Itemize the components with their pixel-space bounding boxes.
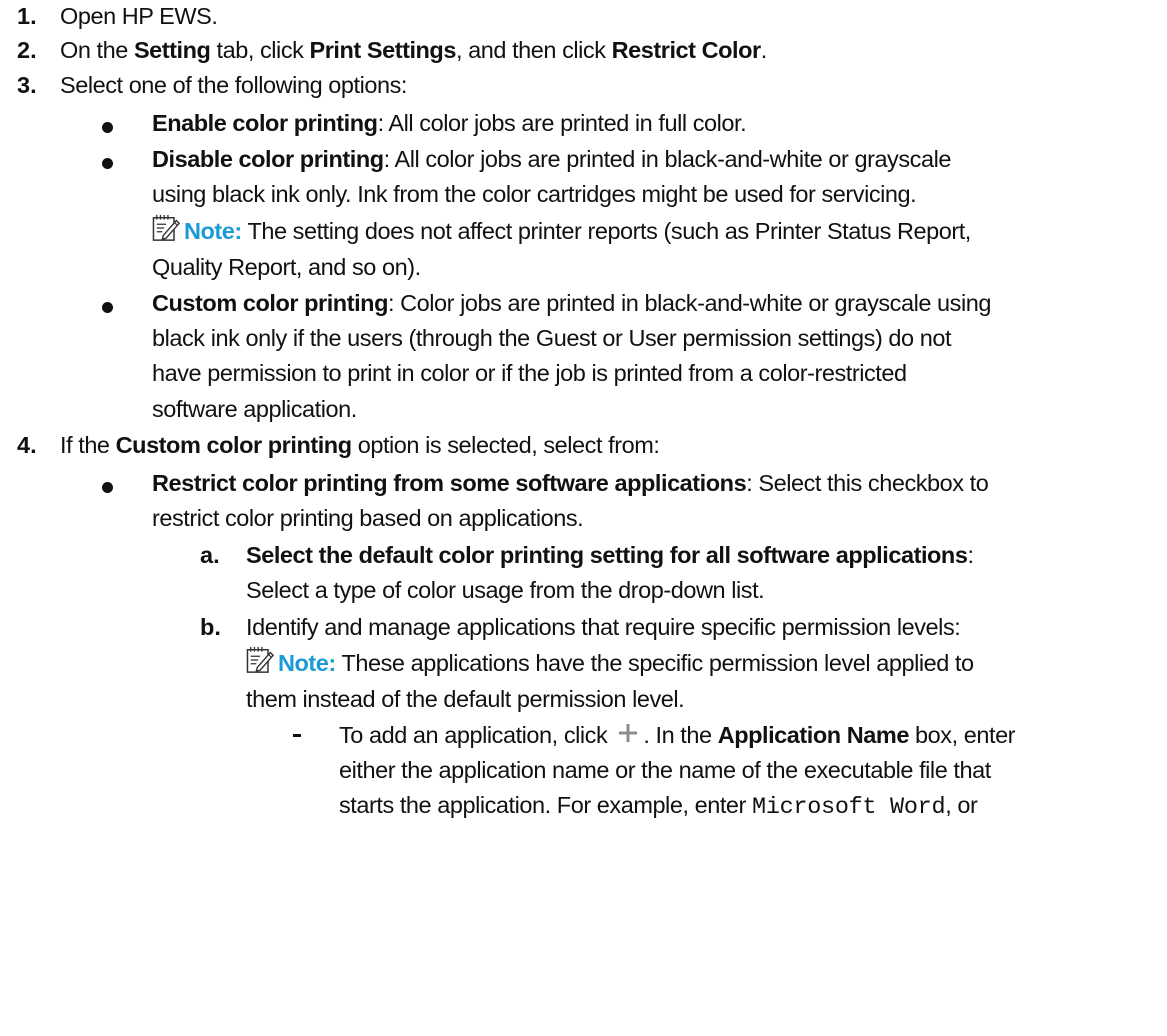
- step-text: On the Setting tab, click Print Settings…: [60, 37, 767, 63]
- option-custom-cont: have permission to print in color or if …: [152, 360, 907, 386]
- note-cont: Quality Report, and so on).: [152, 254, 421, 280]
- option-enable: Enable color printing: All color jobs ar…: [152, 110, 747, 136]
- step-text: If the Custom color printing option is s…: [60, 432, 660, 458]
- plus-icon: [619, 724, 638, 742]
- option-custom-cont: black ink only if the users (through the…: [152, 325, 952, 351]
- document: 1. Open HP EWS. 2. On the Setting tab, c…: [0, 0, 1167, 1036]
- step-number: 3.: [17, 72, 37, 98]
- step-number: 4.: [17, 432, 37, 458]
- option-disable-cont: using black ink only. Ink from the color…: [152, 181, 917, 207]
- option-custom: Custom color printing: Color jobs are pr…: [152, 290, 991, 316]
- substep-letter: b.: [200, 614, 221, 640]
- note-icon: [246, 646, 276, 674]
- step-text: Select one of the following options:: [60, 72, 407, 98]
- note: Note: These applications have the specif…: [246, 646, 974, 679]
- bullet: [102, 122, 113, 133]
- add-app-cont: either the application name or the name …: [339, 757, 991, 783]
- restrict-apps: Restrict color printing from some softwa…: [152, 470, 989, 496]
- dash-bullet: [293, 734, 301, 737]
- note: Note: The setting does not affect printe…: [152, 214, 971, 247]
- option-custom-cont: software application.: [152, 396, 357, 422]
- bullet: [102, 158, 113, 169]
- substep-a-cont: Select a type of color usage from the dr…: [246, 577, 765, 603]
- substep-a: Select the default color printing settin…: [246, 542, 974, 568]
- restrict-apps-cont: restrict color printing based on applica…: [152, 505, 584, 531]
- step-text: Open HP EWS.: [60, 3, 218, 29]
- add-app-cont: starts the application. For example, ent…: [339, 792, 978, 821]
- bullet: [102, 302, 113, 313]
- add-app-text: To add an application, click . In the Ap…: [339, 722, 1016, 748]
- substep-letter: a.: [200, 542, 220, 568]
- step-number: 1.: [17, 3, 37, 29]
- option-disable: Disable color printing: All color jobs a…: [152, 146, 951, 172]
- bullet: [102, 482, 113, 493]
- substep-b: Identify and manage applications that re…: [246, 614, 961, 640]
- step-number: 2.: [17, 37, 37, 63]
- note-cont: them instead of the default permission l…: [246, 686, 685, 712]
- note-icon: [152, 214, 182, 242]
